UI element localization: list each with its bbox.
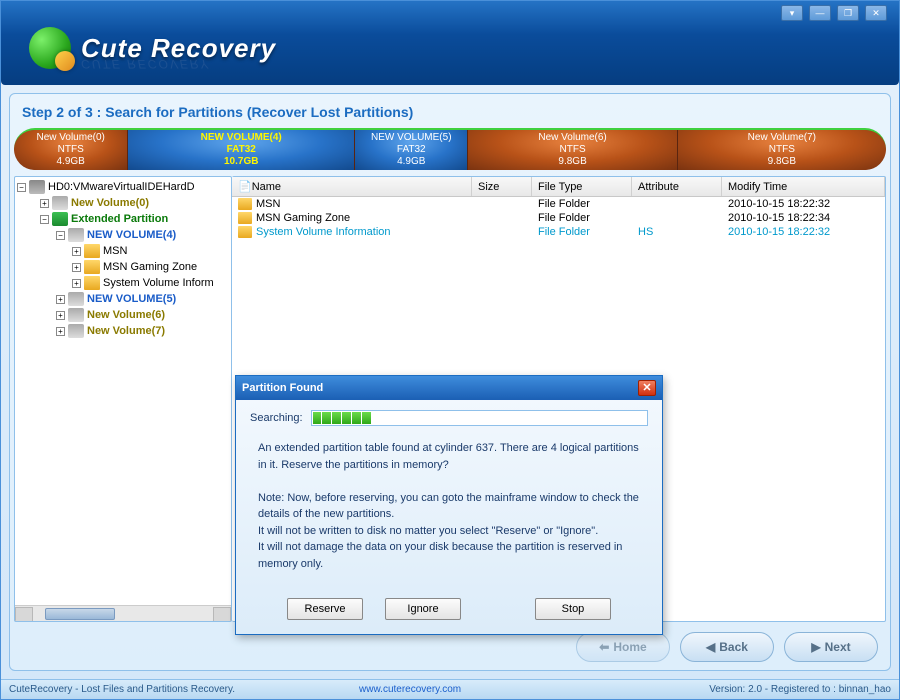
partition-segment[interactable]: NEW VOLUME(5)FAT324.9GB [354, 130, 467, 170]
dialog-msg2: Note: Now, before reserving, you can got… [258, 490, 640, 523]
step-title: Step 2 of 3 : Search for Partitions (Rec… [10, 94, 890, 128]
partition-segment[interactable]: New Volume(0)NTFS4.9GB [14, 130, 127, 170]
file-row[interactable]: MSNFile Folder2010-10-15 18:22:32 [232, 197, 885, 211]
expander-icon[interactable]: + [72, 247, 81, 256]
col-size[interactable]: Size [472, 177, 532, 196]
tree-item[interactable]: +NEW VOLUME(5) [17, 291, 229, 307]
expander-icon[interactable]: + [72, 263, 81, 272]
dialog-msg4: It will not damage the data on your disk… [258, 539, 640, 572]
search-progress [311, 410, 648, 426]
col-time[interactable]: Modify Time [722, 177, 885, 196]
partition-segment[interactable]: New Volume(7)NTFS9.8GB [677, 130, 886, 170]
tree-root[interactable]: −HD0:VMwareVirtualIDEHardD [17, 179, 229, 195]
partition-found-dialog: Partition Found ✕ Searching: An extended… [235, 375, 663, 635]
folder-icon [84, 244, 100, 258]
expander-icon[interactable]: − [40, 215, 49, 224]
vol-icon [68, 308, 84, 322]
dialog-msg1: An extended partition table found at cyl… [258, 440, 640, 473]
tree-hscroll[interactable] [15, 605, 231, 621]
tree-panel: −HD0:VMwareVirtualIDEHardD+New Volume(0)… [14, 176, 232, 622]
folder-icon [238, 198, 252, 210]
titlebar-dropdown[interactable]: ▾ [781, 5, 803, 21]
tree-item[interactable]: +System Volume Inform [17, 275, 229, 291]
dialog-close-button[interactable]: ✕ [638, 380, 656, 396]
close-button[interactable]: ✕ [865, 5, 887, 21]
vol-icon [68, 292, 84, 306]
partition-segment[interactable]: New Volume(6)NTFS9.8GB [467, 130, 676, 170]
dialog-title: Partition Found [242, 382, 323, 394]
hdd-icon [29, 180, 45, 194]
next-button[interactable]: ▶ Next [784, 632, 878, 662]
home-button[interactable]: ⬅ Home [576, 632, 670, 662]
ignore-button[interactable]: Ignore [385, 598, 461, 620]
partition-bar: New Volume(0)NTFS4.9GBNEW VOLUME(4)FAT32… [14, 128, 886, 170]
ext-icon [52, 212, 68, 226]
titlebar: ▾ — ❐ ✕ Cute Recovery CUTE RECOVERY [1, 1, 899, 85]
vol-icon [68, 228, 84, 242]
expander-icon[interactable]: + [56, 295, 65, 304]
dialog-msg3: It will not be written to disk no matter… [258, 523, 640, 540]
status-text: CuteRecovery - Lost Files and Partitions… [9, 684, 235, 695]
folder-icon [238, 212, 252, 224]
expander-icon[interactable]: − [17, 183, 26, 192]
file-row[interactable]: System Volume InformationFile FolderHS20… [232, 225, 885, 239]
col-name[interactable]: 📄 Name [232, 177, 472, 196]
tree-item[interactable]: +New Volume(0) [17, 195, 229, 211]
logo-reflection: CUTE RECOVERY [81, 57, 210, 71]
tree-item[interactable]: +MSN Gaming Zone [17, 259, 229, 275]
statusbar: CuteRecovery - Lost Files and Partitions… [1, 679, 899, 699]
file-row[interactable]: MSN Gaming ZoneFile Folder2010-10-15 18:… [232, 211, 885, 225]
expander-icon[interactable]: + [72, 279, 81, 288]
expander-icon[interactable]: + [56, 327, 65, 336]
searching-label: Searching: [250, 412, 303, 424]
col-type[interactable]: File Type [532, 177, 632, 196]
reserve-button[interactable]: Reserve [287, 598, 363, 620]
dialog-titlebar[interactable]: Partition Found ✕ [236, 376, 662, 400]
col-attr[interactable]: Attribute [632, 177, 722, 196]
status-link[interactable]: www.cuterecovery.com [359, 684, 461, 695]
tree-item[interactable]: −NEW VOLUME(4) [17, 227, 229, 243]
logo-icon [29, 27, 71, 69]
tree-item[interactable]: +New Volume(7) [17, 323, 229, 339]
status-registration: Version: 2.0 - Registered to : binnan_ha… [709, 684, 891, 695]
expander-icon[interactable]: + [56, 311, 65, 320]
folder-icon [238, 226, 252, 238]
tree-item[interactable]: +MSN [17, 243, 229, 259]
tree-item[interactable]: +New Volume(6) [17, 307, 229, 323]
vol-icon [52, 196, 68, 210]
vol-icon [68, 324, 84, 338]
back-button[interactable]: ◀ Back [680, 632, 774, 662]
tree-item[interactable]: −Extended Partition [17, 211, 229, 227]
file-list-header: 📄 Name Size File Type Attribute Modify T… [232, 177, 885, 197]
stop-button[interactable]: Stop [535, 598, 611, 620]
folder-icon [84, 260, 100, 274]
minimize-button[interactable]: — [809, 5, 831, 21]
expander-icon[interactable]: + [40, 199, 49, 208]
expander-icon[interactable]: − [56, 231, 65, 240]
maximize-button[interactable]: ❐ [837, 5, 859, 21]
partition-segment[interactable]: NEW VOLUME(4)FAT3210.7GB [127, 130, 354, 170]
folder-icon [84, 276, 100, 290]
